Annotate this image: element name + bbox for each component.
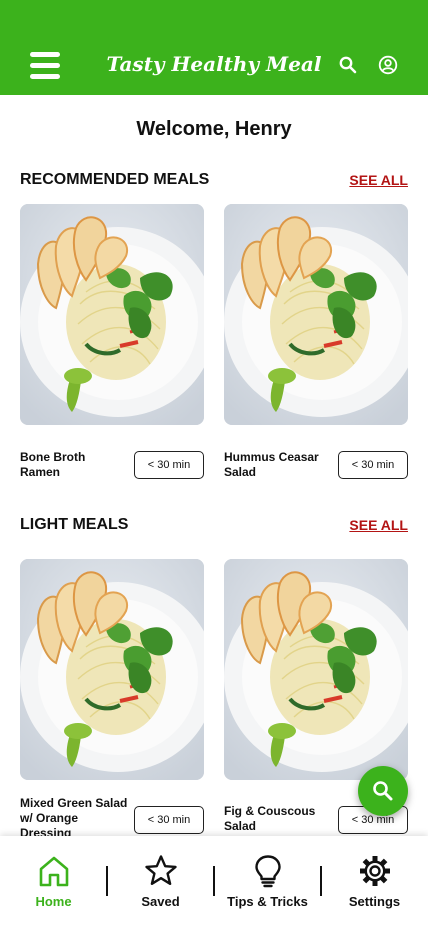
see-all-recommended-link[interactable]: SEE ALL — [349, 172, 408, 188]
star-icon — [145, 855, 177, 885]
bottom-nav: Home Saved Tips & Tricks Settings — [0, 836, 428, 926]
meal-image[interactable] — [224, 204, 408, 425]
search-icon — [373, 781, 393, 801]
nav-saved[interactable]: Saved — [107, 836, 214, 926]
lightbulb-icon — [255, 855, 281, 888]
meal-name[interactable]: Hummus Ceasar Salad — [224, 450, 332, 480]
time-badge[interactable]: < 30 min — [134, 806, 204, 834]
app-title: Tasty Healthy Meal — [106, 52, 322, 76]
app-header: Tasty Healthy Meal — [0, 0, 428, 95]
nav-settings[interactable]: Settings — [321, 836, 428, 926]
meal-name[interactable]: Bone Broth Ramen — [20, 450, 128, 480]
section-title-recommended: RECOMMENDED MEALS — [20, 171, 210, 188]
meal-name[interactable]: Mixed Green Salad w/ Orange Dressing — [20, 796, 128, 841]
meal-image[interactable] — [224, 559, 408, 780]
meal-image[interactable] — [20, 559, 204, 780]
section-title-light-meals: LIGHT MEALS — [20, 516, 129, 533]
nav-home[interactable]: Home — [0, 836, 107, 926]
nav-tips[interactable]: Tips & Tricks — [214, 836, 321, 926]
nav-label: Tips & Tricks — [227, 894, 308, 909]
see-all-light-meals-link[interactable]: SEE ALL — [349, 517, 408, 533]
nav-label: Saved — [141, 894, 180, 909]
gear-icon — [360, 856, 390, 886]
welcome-heading: Welcome, Henry — [136, 118, 292, 140]
nav-label: Home — [35, 894, 72, 909]
search-icon[interactable] — [338, 55, 358, 75]
nav-label: Settings — [348, 894, 401, 909]
home-icon — [39, 856, 69, 887]
meal-image[interactable] — [20, 204, 204, 425]
user-circle-icon[interactable] — [378, 55, 398, 75]
meal-name[interactable]: Fig & Couscous Salad — [224, 804, 332, 834]
search-fab-button[interactable] — [358, 766, 408, 816]
time-badge[interactable]: < 30 min — [338, 451, 408, 479]
time-badge[interactable]: < 30 min — [134, 451, 204, 479]
